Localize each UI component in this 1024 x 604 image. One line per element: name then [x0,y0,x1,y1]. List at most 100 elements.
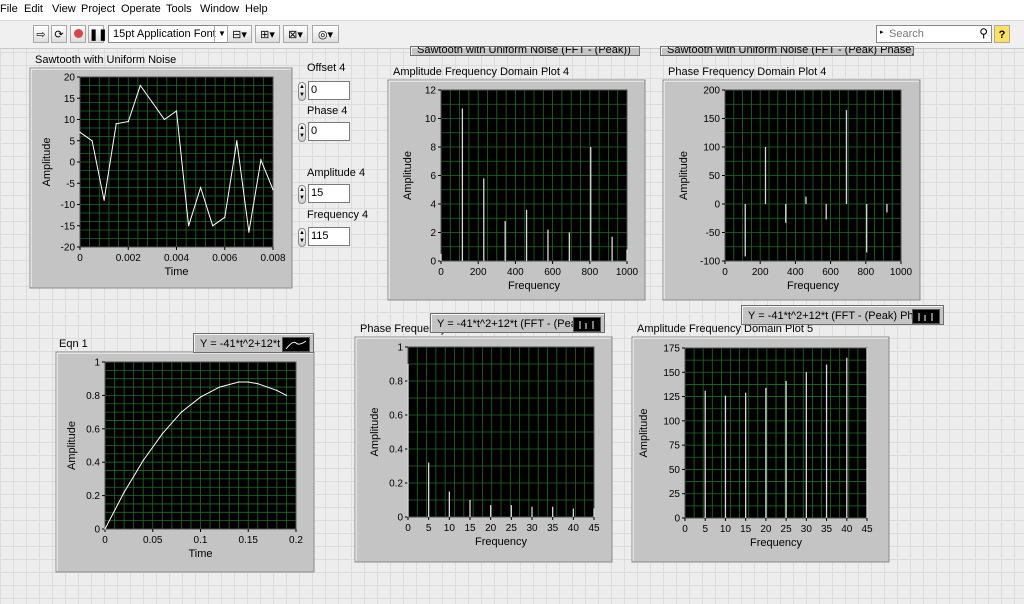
data-point [180,411,182,413]
y-tick-label: 50 [669,465,681,476]
search-arrow-icon: ▸ [880,29,884,36]
run-arrow-icon[interactable]: ⇨ [33,25,49,43]
y-tick-label: 100 [703,143,720,154]
y-tick-label: 200 [703,86,720,97]
series-line [104,381,287,530]
x-tick-label: 0 [438,267,444,278]
legend-line-swatch-icon [282,337,310,352]
x-tick-label: 0 [682,524,688,535]
data-point [219,386,221,388]
y-tick-label: 10 [425,114,437,125]
chart-panel [631,336,890,563]
menu-project[interactable]: Project [81,3,115,15]
data-point [200,186,202,189]
data-point [91,140,93,142]
y-axis-label: Amplitude [402,151,414,200]
chart-panel [354,336,613,563]
data-point [142,459,144,462]
reorder-icon[interactable]: ◎▾ [312,25,339,43]
menu-file[interactable]: File [0,3,18,15]
data-point [236,140,238,142]
help-icon[interactable]: ? [994,25,1010,43]
y-tick-label: 6 [430,171,436,182]
y-tick-label: 1 [397,343,403,354]
y-axis-label: Amplitude [678,151,690,200]
x-tick-label: 1000 [890,267,913,278]
x-tick-label: 0.05 [143,535,163,546]
plot-area [684,347,868,519]
y-tick-label: 0.4 [389,445,403,456]
menu-edit[interactable]: Edit [24,3,43,15]
legend-amp5-text: Y = -41*t^2+12*t (FFT - (Peak) Phase) [748,310,935,322]
x-axis-label: Frequency [787,280,839,292]
font-select[interactable]: 15pt Application Font ▼ [108,25,230,43]
plot-area [440,89,628,262]
phase-4-input[interactable]: 0 [308,122,350,141]
x-tick-label: 10 [444,523,456,534]
x-tick-label: 0.15 [239,535,259,546]
legend-top-left-text: Sawtooth with Uniform Noise (FFT - (Peak… [417,46,631,56]
y-tick-label: 0 [94,525,100,536]
x-tick-label: 0.008 [260,253,285,264]
data-point [272,189,274,191]
legend-amp5: Y = -41*t^2+12*t (FFT - (Peak) Phase) [741,305,944,325]
menu-tools[interactable]: Tools [166,3,192,15]
x-tick-label: 30 [526,523,538,534]
charts-layer: Sawtooth with Uniform Noise 0 0.002 0.004 0.… [29,54,921,573]
x-tick-label: 0.1 [194,535,208,546]
increment-decrement-icon[interactable]: ▲ ▼ [298,228,306,247]
chart-ph5: Phase Frequency Domain Plot 505101520253… [354,323,613,563]
y-tick-label: 125 [663,392,680,403]
search-input[interactable]: ▸ Search ⚲ [876,25,992,43]
plot-area [724,89,902,262]
chart-title: Sawtooth with Uniform Noise [35,54,176,66]
x-tick-label: 800 [581,267,598,278]
menu-help[interactable]: Help [245,3,268,15]
chart-ph4: Phase Frequency Domain Plot 4 0 200 400 600 8… [662,66,921,301]
frequency-4-input[interactable]: 115 [308,227,350,246]
x-tick-label: 45 [588,523,600,534]
data-point [161,433,163,435]
data-point [139,84,141,87]
menu-window[interactable]: Window [200,3,239,15]
x-tick-label: 200 [752,267,769,278]
chart-saw: Sawtooth with Uniform Noise 0 0.002 0.004 0.… [29,54,293,289]
y-tick-label: 12 [425,86,437,97]
menu-operate[interactable]: Operate [121,3,161,15]
x-tick-label: 10 [720,524,732,535]
data-point [163,118,166,121]
data-point [224,216,226,218]
data-point [187,225,190,227]
legend-eqn1-text: Y = -41*t^2+12*t [200,338,281,350]
offset-4-input[interactable]: 0 [308,81,350,100]
increment-decrement-icon[interactable]: ▲ ▼ [298,123,306,142]
x-tick-label: 0.006 [212,253,237,264]
plot-area [104,361,297,530]
amplitude-4-input[interactable]: 15 [308,184,350,203]
run-continuously-icon[interactable]: ⟳ [51,25,67,43]
legend-top-left: Sawtooth with Uniform Noise (FFT - (Peak… [410,46,640,56]
align-objects-icon[interactable]: ⊟▾ [227,25,252,43]
legend-top-right: Sawtooth with Uniform Noise (FFT - (Peak… [660,46,914,56]
y-tick-label: 0 [430,257,436,268]
x-tick-label: 45 [861,524,873,535]
distribute-objects-icon[interactable]: ⊞▾ [255,25,280,43]
x-tick-label: 20 [485,523,497,534]
pause-icon[interactable]: ❚❚ [88,25,107,43]
x-tick-label: 5 [426,523,432,534]
y-tick-label: 5 [69,136,75,147]
x-tick-label: 40 [568,523,580,534]
search-icon[interactable]: ⚲ [979,26,988,40]
resize-objects-icon[interactable]: ⊠▾ [283,25,308,43]
control-label: Frequency 4 [307,209,369,221]
data-point [238,381,240,383]
increment-decrement-icon[interactable]: ▲ ▼ [298,82,306,101]
y-tick-label: 1 [94,358,100,369]
menu-view[interactable]: View [52,3,76,15]
x-tick-label: 0 [722,267,728,278]
increment-decrement-icon[interactable]: ▲ ▼ [298,185,306,204]
abort-icon[interactable] [70,25,86,43]
x-tick-label: 5 [702,524,708,535]
x-tick-label: 0.002 [116,253,141,264]
data-point [248,231,250,233]
